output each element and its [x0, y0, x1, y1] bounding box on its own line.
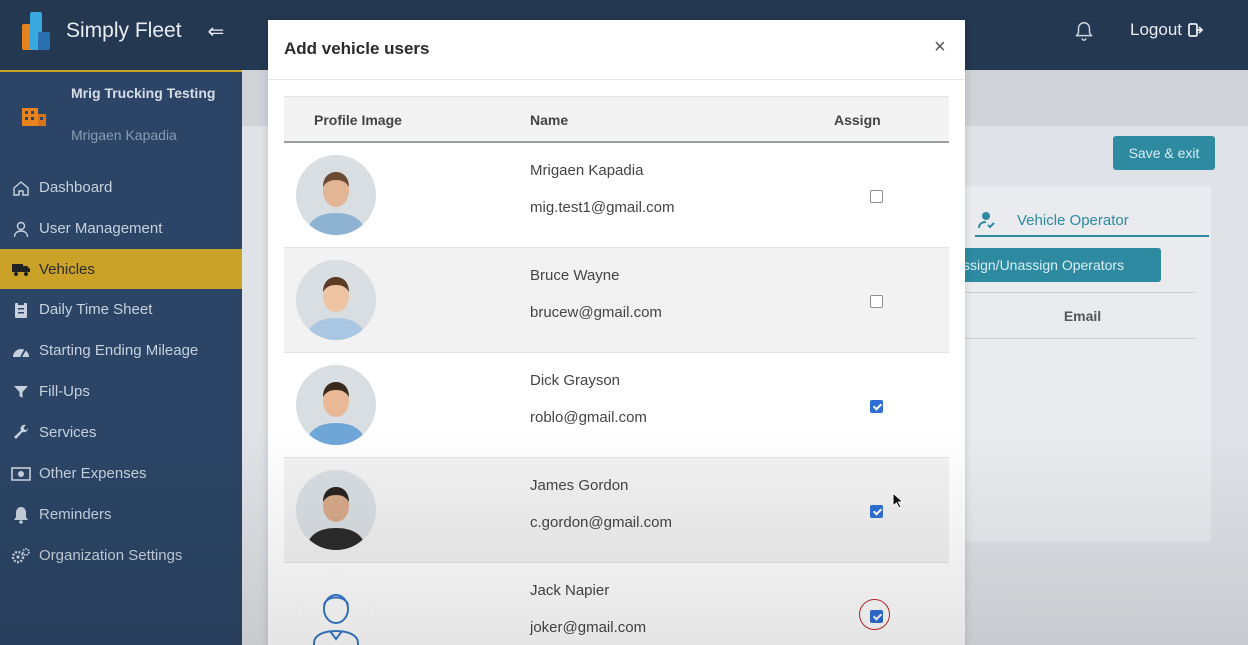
wrench-icon: [11, 424, 31, 442]
user-name: Jack Napier: [530, 582, 610, 599]
sidebar-item-label: Services: [39, 424, 97, 441]
truck-icon: [11, 260, 31, 278]
table-row: Bruce Wayne brucew@gmail.com: [284, 248, 949, 353]
name-header: Name: [530, 112, 569, 128]
user-email: joker@gmail.com: [530, 619, 647, 636]
assign-header: Assign: [834, 112, 881, 128]
home-icon: [11, 179, 31, 197]
email-column-header: Email: [962, 292, 1195, 339]
table-header: Profile Image Name Assign: [284, 96, 949, 143]
assign-checkbox[interactable]: [870, 505, 883, 518]
organization-card: Mrig Trucking Testing Mrigaen Kapadia: [0, 72, 242, 152]
sidebar-item-label: Vehicles: [39, 260, 95, 278]
avatar: [296, 260, 376, 340]
sidebar-item-label: Organization Settings: [39, 547, 183, 564]
sidebar-item-label: Reminders: [39, 506, 112, 523]
sidebar-nav: Dashboard User Management Vehicles Daily Ti…: [0, 167, 242, 576]
sidebar-item-label: Other Expenses: [39, 465, 147, 482]
sidebar-item-reminders[interactable]: Reminders: [0, 494, 242, 535]
assign-checkbox[interactable]: [870, 400, 883, 413]
sidebar-item-dashboard[interactable]: Dashboard: [0, 167, 242, 208]
user-name: Bruce Wayne: [530, 267, 620, 284]
sidebar: Mrig Trucking Testing Mrigaen Kapadia Da…: [0, 70, 242, 645]
brand[interactable]: Simply Fleet ⇐: [22, 12, 224, 50]
modal-title: Add vehicle users: [284, 39, 430, 58]
user-name: James Gordon: [530, 477, 629, 494]
avatar: [296, 470, 376, 550]
sidebar-item-starting-ending-mileage[interactable]: Starting Ending Mileage: [0, 330, 242, 371]
add-vehicle-users-modal: Add vehicle users × Profile Image Name A…: [268, 20, 965, 645]
sidebar-item-fill-ups[interactable]: Fill-Ups: [0, 371, 242, 412]
sidebar-item-vehicles[interactable]: Vehicles: [0, 249, 242, 289]
clipboard-icon: [11, 301, 31, 319]
modal-header: Add vehicle users ×: [268, 20, 965, 80]
sidebar-item-label: Starting Ending Mileage: [39, 342, 199, 359]
gauge-icon: [11, 342, 31, 360]
sidebar-item-label: User Management: [39, 220, 163, 237]
user-email: roblo@gmail.com: [530, 409, 647, 426]
assign-unassign-operators-button[interactable]: ssign/Unassign Operators: [955, 248, 1161, 282]
table-row: Mrigaen Kapadia mig.test1@gmail.com: [284, 143, 949, 248]
user-name: Dick Grayson: [530, 372, 621, 389]
menu-toggle-icon[interactable]: ⇐: [208, 19, 225, 44]
logout-icon: [1188, 23, 1204, 37]
sidebar-item-user-management[interactable]: User Management: [0, 208, 242, 249]
profile-image-header: Profile Image: [314, 112, 402, 128]
assign-checkbox[interactable]: [870, 295, 883, 308]
avatar: [296, 155, 376, 235]
user-name: Mrigaen Kapadia: [530, 162, 644, 179]
users-table: Profile Image Name Assign Mrigaen Kapadi…: [284, 96, 949, 645]
table-row: Dick Grayson roblo@gmail.com: [284, 353, 949, 458]
save-exit-button[interactable]: Save & exit: [1113, 136, 1215, 170]
sidebar-item-label: Dashboard: [39, 179, 113, 196]
sidebar-item-label: Daily Time Sheet: [39, 301, 153, 318]
sidebar-item-daily-time-sheet[interactable]: Daily Time Sheet: [0, 289, 242, 330]
app-logo: [22, 12, 58, 50]
app-name: Simply Fleet: [66, 19, 182, 42]
funnel-icon: [11, 383, 31, 401]
organization-name: Mrig Trucking Testing: [71, 85, 216, 101]
assign-checkbox[interactable]: [870, 190, 883, 203]
avatar: [296, 575, 376, 645]
tab-vehicle-operator[interactable]: Vehicle Operator: [975, 205, 1209, 237]
sidebar-item-services[interactable]: Services: [0, 412, 242, 453]
sidebar-item-label: Fill-Ups: [39, 383, 90, 400]
highlight-circle: [859, 599, 890, 630]
user-check-icon: [978, 212, 995, 229]
user-email: brucew@gmail.com: [530, 304, 662, 321]
notification-bell-icon[interactable]: [1073, 20, 1095, 42]
bell-icon: [11, 506, 31, 524]
user-email: c.gordon@gmail.com: [530, 514, 672, 531]
money-icon: [11, 465, 31, 483]
organization-user: Mrigaen Kapadia: [71, 127, 177, 143]
sidebar-item-other-expenses[interactable]: Other Expenses: [0, 453, 242, 494]
logout-button[interactable]: Logout: [1130, 20, 1204, 40]
tab-vehicle-operator-label: Vehicle Operator: [1017, 211, 1129, 229]
user-email: mig.test1@gmail.com: [530, 199, 675, 216]
building-icon: [22, 108, 46, 126]
close-icon[interactable]: ×: [934, 36, 946, 59]
gears-icon: [11, 547, 31, 565]
table-row: James Gordon c.gordon@gmail.com: [284, 458, 949, 563]
avatar: [296, 365, 376, 445]
user-icon: [11, 220, 31, 238]
sidebar-item-organization-settings[interactable]: Organization Settings: [0, 535, 242, 576]
logout-label: Logout: [1130, 20, 1182, 39]
operator-card: [962, 186, 1211, 542]
mouse-cursor-icon: [892, 492, 904, 509]
table-row: Jack Napier joker@gmail.com: [284, 563, 949, 645]
